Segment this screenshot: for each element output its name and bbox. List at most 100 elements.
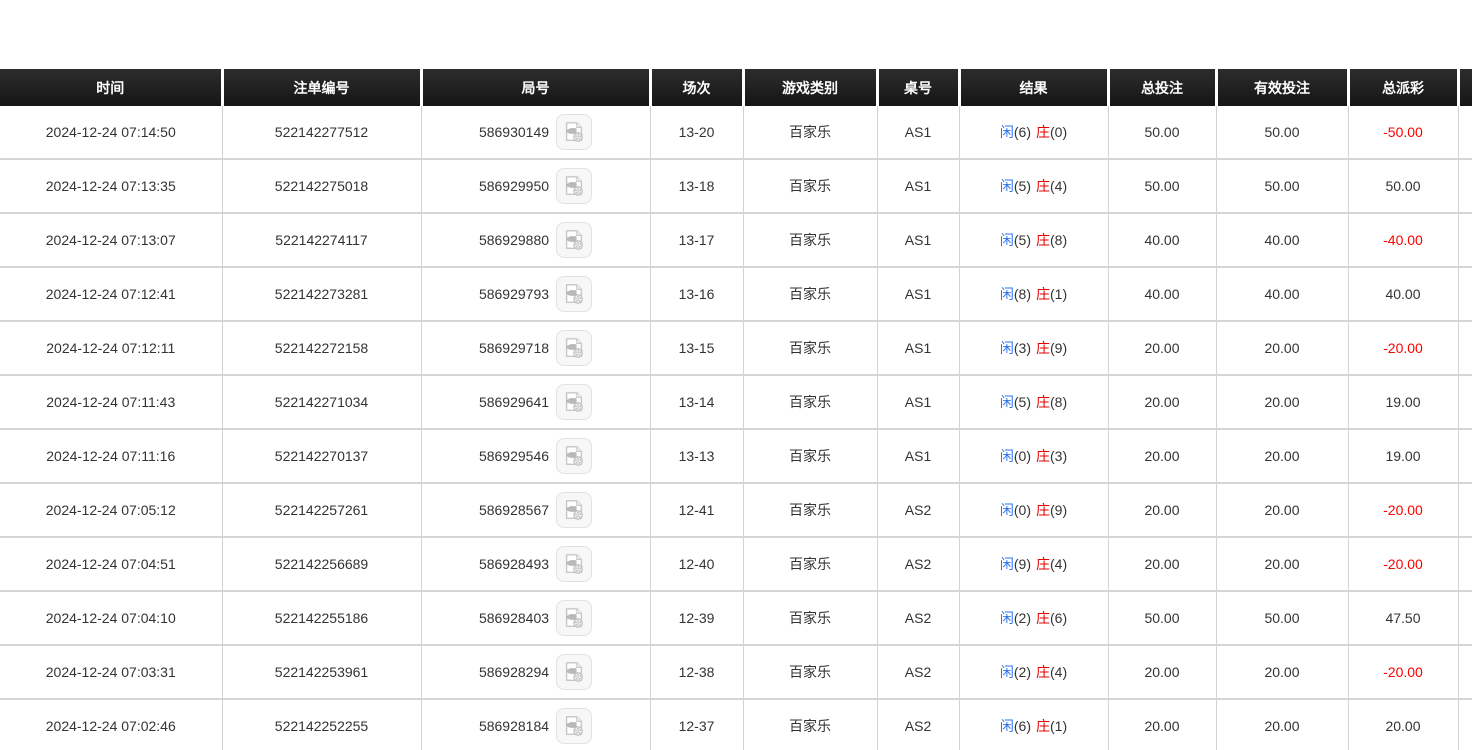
player-result-points: (5) — [1014, 394, 1031, 410]
cell-time: 2024-12-24 07:11:16 — [0, 429, 222, 483]
cell-bet-id: 522142270137 — [222, 429, 421, 483]
cell-bet-id: 522142256689 — [222, 537, 421, 591]
cell-total-payout: -50.00 — [1348, 106, 1458, 159]
round-id-text: 586928184 — [479, 718, 549, 734]
cell-session: 13-20 — [650, 106, 743, 159]
cell-game-type: 百家乐 — [743, 267, 877, 321]
banker-result-points: (4) — [1050, 664, 1067, 680]
video-replay-icon — [562, 174, 586, 198]
banker-result-points: (3) — [1050, 448, 1067, 464]
player-result-label: 闲 — [1000, 178, 1014, 194]
cell-extra — [1458, 375, 1472, 429]
cell-table-no: AS1 — [877, 106, 959, 159]
video-replay-button[interactable] — [556, 708, 592, 744]
player-result-points: (9) — [1014, 556, 1031, 572]
cell-game-type: 百家乐 — [743, 429, 877, 483]
cell-total-bet: 50.00 — [1108, 159, 1216, 213]
cell-total-bet: 40.00 — [1108, 213, 1216, 267]
cell-result: 闲(9)庄(4) — [959, 537, 1108, 591]
cell-game-type: 百家乐 — [743, 375, 877, 429]
cell-total-payout: -20.00 — [1348, 321, 1458, 375]
video-replay-button[interactable] — [556, 330, 592, 366]
cell-session: 13-18 — [650, 159, 743, 213]
cell-total-bet: 20.00 — [1108, 483, 1216, 537]
cell-total-bet: 50.00 — [1108, 591, 1216, 645]
table-header: 时间注单编号局号场次游戏类别桌号结果总投注有效投注总派彩 — [0, 69, 1472, 106]
cell-total-payout: 19.00 — [1348, 375, 1458, 429]
table-row: 2024-12-24 07:05:12 522142257261 5869285… — [0, 483, 1472, 537]
cell-time: 2024-12-24 07:13:07 — [0, 213, 222, 267]
banker-result-label: 庄 — [1036, 448, 1050, 464]
video-replay-button[interactable] — [556, 492, 592, 528]
player-result-label: 闲 — [1000, 664, 1014, 680]
cell-total-bet: 20.00 — [1108, 321, 1216, 375]
cell-time: 2024-12-24 07:12:11 — [0, 321, 222, 375]
cell-extra — [1458, 483, 1472, 537]
video-replay-button[interactable] — [556, 438, 592, 474]
cell-session: 13-15 — [650, 321, 743, 375]
banker-result-points: (8) — [1050, 394, 1067, 410]
table-row: 2024-12-24 07:11:16 522142270137 5869295… — [0, 429, 1472, 483]
cell-extra — [1458, 429, 1472, 483]
video-replay-button[interactable] — [556, 654, 592, 690]
cell-game-type: 百家乐 — [743, 537, 877, 591]
cell-extra — [1458, 106, 1472, 159]
cell-time: 2024-12-24 07:14:50 — [0, 106, 222, 159]
table-header-row: 时间注单编号局号场次游戏类别桌号结果总投注有效投注总派彩 — [0, 69, 1472, 106]
video-replay-icon — [562, 660, 586, 684]
cell-total-payout: -20.00 — [1348, 645, 1458, 699]
cell-time: 2024-12-24 07:04:10 — [0, 591, 222, 645]
cell-round-id: 586929880 — [421, 213, 650, 267]
cell-total-payout: -40.00 — [1348, 213, 1458, 267]
cell-table-no: AS2 — [877, 483, 959, 537]
banker-result-points: (6) — [1050, 610, 1067, 626]
player-result-points: (0) — [1014, 448, 1031, 464]
player-result-label: 闲 — [1000, 232, 1014, 248]
cell-round-id: 586929793 — [421, 267, 650, 321]
column-header-valid_bet: 有效投注 — [1216, 69, 1348, 106]
cell-valid-bet: 20.00 — [1216, 645, 1348, 699]
column-header-bet_id: 注单编号 — [222, 69, 421, 106]
cell-result: 闲(5)庄(8) — [959, 213, 1108, 267]
video-replay-button[interactable] — [556, 168, 592, 204]
cell-time: 2024-12-24 07:13:35 — [0, 159, 222, 213]
cell-table-no: AS2 — [877, 537, 959, 591]
video-replay-button[interactable] — [556, 114, 592, 150]
column-header-time: 时间 — [0, 69, 222, 106]
table-row: 2024-12-24 07:12:41 522142273281 5869297… — [0, 267, 1472, 321]
cell-result: 闲(5)庄(8) — [959, 375, 1108, 429]
cell-bet-id: 522142271034 — [222, 375, 421, 429]
betting-records-table: 时间注单编号局号场次游戏类别桌号结果总投注有效投注总派彩 2024-12-24 … — [0, 69, 1472, 750]
video-replay-button[interactable] — [556, 546, 592, 582]
video-replay-button[interactable] — [556, 222, 592, 258]
cell-bet-id: 522142277512 — [222, 106, 421, 159]
banker-result-label: 庄 — [1036, 718, 1050, 734]
table-row: 2024-12-24 07:13:07 522142274117 5869298… — [0, 213, 1472, 267]
cell-game-type: 百家乐 — [743, 699, 877, 750]
cell-game-type: 百家乐 — [743, 321, 877, 375]
table-row: 2024-12-24 07:11:43 522142271034 5869296… — [0, 375, 1472, 429]
cell-table-no: AS1 — [877, 267, 959, 321]
cell-result: 闲(2)庄(6) — [959, 591, 1108, 645]
cell-total-bet: 40.00 — [1108, 267, 1216, 321]
video-replay-button[interactable] — [556, 384, 592, 420]
banker-result-points: (0) — [1050, 124, 1067, 140]
cell-extra — [1458, 699, 1472, 750]
video-replay-button[interactable] — [556, 600, 592, 636]
cell-extra — [1458, 321, 1472, 375]
table-row: 2024-12-24 07:04:10 522142255186 5869284… — [0, 591, 1472, 645]
banker-result-points: (1) — [1050, 286, 1067, 302]
cell-bet-id: 522142275018 — [222, 159, 421, 213]
cell-time: 2024-12-24 07:12:41 — [0, 267, 222, 321]
column-header-table_no: 桌号 — [877, 69, 959, 106]
video-replay-icon — [562, 498, 586, 522]
banker-result-points: (8) — [1050, 232, 1067, 248]
cell-time: 2024-12-24 07:03:31 — [0, 645, 222, 699]
video-replay-button[interactable] — [556, 276, 592, 312]
cell-table-no: AS2 — [877, 645, 959, 699]
cell-total-payout: -20.00 — [1348, 483, 1458, 537]
cell-extra — [1458, 645, 1472, 699]
cell-time: 2024-12-24 07:02:46 — [0, 699, 222, 750]
table-row: 2024-12-24 07:02:46 522142252255 5869281… — [0, 699, 1472, 750]
table-row: 2024-12-24 07:03:31 522142253961 5869282… — [0, 645, 1472, 699]
